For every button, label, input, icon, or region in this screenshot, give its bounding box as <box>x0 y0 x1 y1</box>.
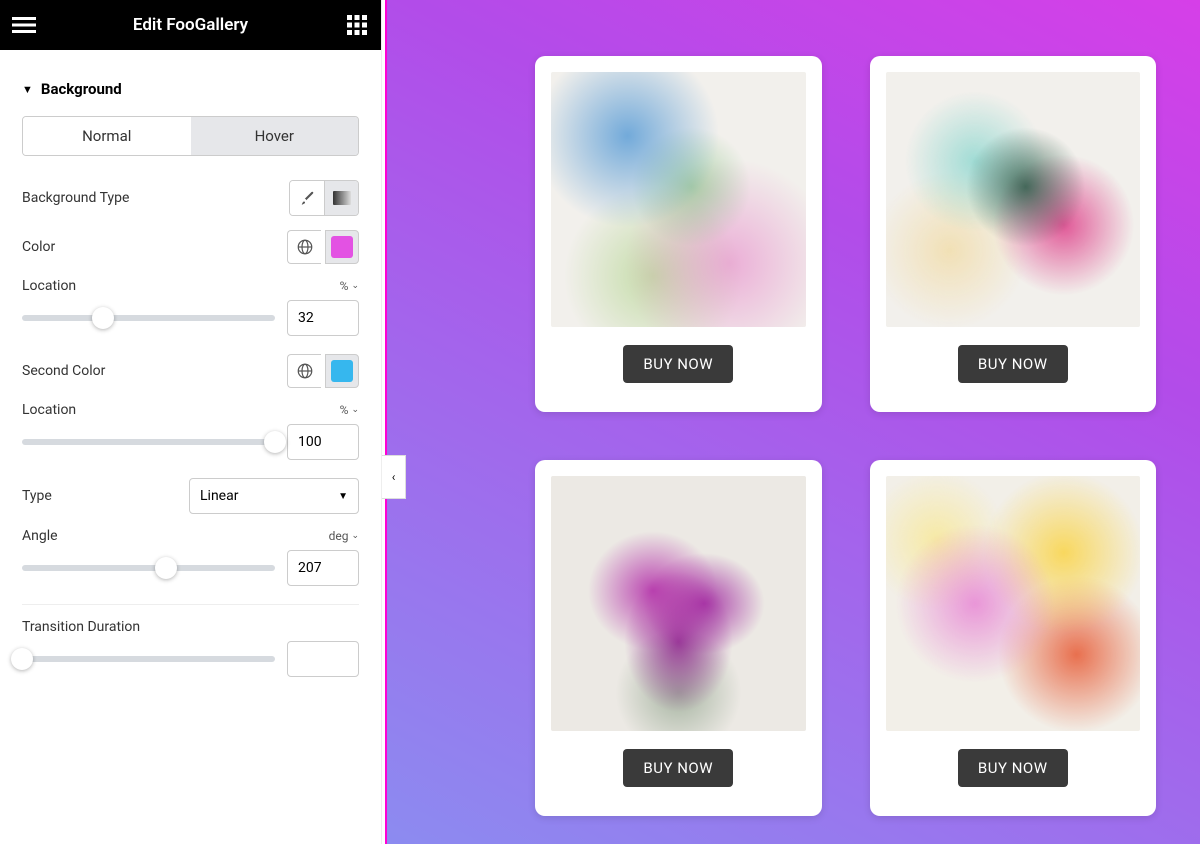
gallery-card: BUY NOW <box>870 56 1157 412</box>
color-global-button[interactable] <box>287 230 321 264</box>
gallery-grid: BUY NOW BUY NOW BUY NOW BUY NOW <box>385 0 1200 844</box>
section-title: Background <box>41 80 122 98</box>
background-type-buttons <box>289 180 359 216</box>
apps-grid-icon[interactable] <box>343 11 371 39</box>
gallery-image[interactable] <box>886 72 1141 327</box>
angle-label: Angle <box>22 528 58 544</box>
gallery-image[interactable] <box>886 476 1141 731</box>
color-label: Color <box>22 239 55 255</box>
gallery-card: BUY NOW <box>535 460 822 816</box>
slider-transition <box>22 641 359 677</box>
chevron-down-icon: ⌄ <box>351 281 359 291</box>
type-label: Type <box>22 488 52 504</box>
gallery-image[interactable] <box>551 476 806 731</box>
color-swatch <box>331 236 353 258</box>
panel-header: Edit FooGallery <box>0 0 381 50</box>
location1-unit-selector[interactable]: %⌄ <box>340 279 359 293</box>
chevron-down-icon: ⌄ <box>351 531 359 541</box>
triangle-down-icon: ▼ <box>338 491 348 502</box>
divider <box>22 604 359 605</box>
location1-slider[interactable] <box>22 315 275 321</box>
row-location-1: Location %⌄ <box>22 278 359 294</box>
panel-body: ▼ Background Normal Hover Background Typ… <box>0 50 381 705</box>
slider-location-1 <box>22 300 359 336</box>
angle-slider[interactable] <box>22 565 275 571</box>
location1-input[interactable] <box>287 300 359 336</box>
background-type-label: Background Type <box>22 190 129 206</box>
second-color-swatch <box>331 360 353 382</box>
slider-thumb[interactable] <box>155 557 177 579</box>
buy-now-button[interactable]: BUY NOW <box>958 345 1068 383</box>
second-color-swatch-button[interactable] <box>325 354 359 388</box>
transition-label: Transition Duration <box>22 619 140 635</box>
row-background-type: Background Type <box>22 180 359 216</box>
tab-normal[interactable]: Normal <box>23 117 191 155</box>
type-select[interactable]: Linear ▼ <box>189 478 359 514</box>
second-color-label: Second Color <box>22 363 105 379</box>
bg-type-gradient-button[interactable] <box>324 181 358 215</box>
row-transition: Transition Duration <box>22 619 359 635</box>
slider-angle <box>22 550 359 586</box>
slider-location-2 <box>22 424 359 460</box>
collapse-panel-button[interactable]: ‹ <box>382 455 406 499</box>
location2-label: Location <box>22 402 76 418</box>
transition-input[interactable] <box>287 641 359 677</box>
row-location-2: Location %⌄ <box>22 402 359 418</box>
section-toggle-background[interactable]: ▼ Background <box>22 70 359 116</box>
row-second-color: Second Color <box>22 354 359 388</box>
gallery-card: BUY NOW <box>535 56 822 412</box>
state-tabs: Normal Hover <box>22 116 359 156</box>
chevron-down-icon: ⌄ <box>351 405 359 415</box>
globe-icon <box>296 362 314 380</box>
caret-down-icon: ▼ <box>22 83 33 96</box>
globe-icon <box>296 238 314 256</box>
row-angle: Angle deg⌄ <box>22 528 359 544</box>
chevron-left-icon: ‹ <box>392 470 396 484</box>
buy-now-button[interactable]: BUY NOW <box>958 749 1068 787</box>
angle-unit-selector[interactable]: deg⌄ <box>329 529 359 543</box>
menu-icon[interactable] <box>10 11 38 39</box>
location1-label: Location <box>22 278 76 294</box>
tab-hover[interactable]: Hover <box>191 117 359 155</box>
location2-unit-selector[interactable]: %⌄ <box>340 403 359 417</box>
location2-input[interactable] <box>287 424 359 460</box>
color-swatch-button[interactable] <box>325 230 359 264</box>
slider-thumb[interactable] <box>264 431 286 453</box>
settings-panel: Edit FooGallery ▼ Background Normal Hove… <box>0 0 382 844</box>
row-type: Type Linear ▼ <box>22 478 359 514</box>
second-color-global-button[interactable] <box>287 354 321 388</box>
brush-icon <box>298 189 316 207</box>
angle-input[interactable] <box>287 550 359 586</box>
buy-now-button[interactable]: BUY NOW <box>623 345 733 383</box>
slider-thumb[interactable] <box>11 648 33 670</box>
row-color: Color <box>22 230 359 264</box>
buy-now-button[interactable]: BUY NOW <box>623 749 733 787</box>
location2-slider[interactable] <box>22 439 275 445</box>
preview-area: BUY NOW BUY NOW BUY NOW BUY NOW <box>382 0 1200 844</box>
type-select-value: Linear <box>200 488 238 504</box>
panel-title: Edit FooGallery <box>38 15 343 35</box>
slider-thumb[interactable] <box>92 307 114 329</box>
bg-type-classic-button[interactable] <box>290 181 324 215</box>
gallery-image[interactable] <box>551 72 806 327</box>
gradient-icon <box>333 191 351 205</box>
gallery-card: BUY NOW <box>870 460 1157 816</box>
transition-slider[interactable] <box>22 656 275 662</box>
